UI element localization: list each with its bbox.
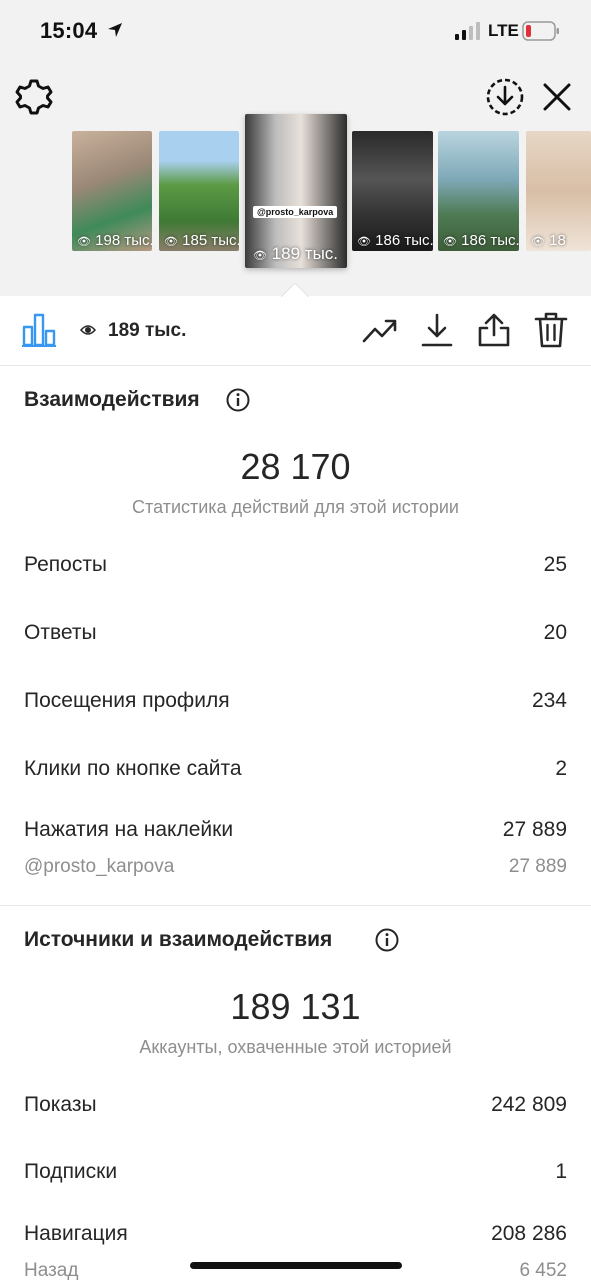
story-thumbnail[interactable]: 👁 198 тыс. xyxy=(72,131,152,251)
story-views-value: 185 тыс. xyxy=(182,232,239,249)
stat-label-replies: Ответы xyxy=(24,621,97,644)
insights-toolbar: 189 тыс. xyxy=(0,296,591,366)
info-icon[interactable] xyxy=(375,928,399,952)
story-thumbnail[interactable]: 👁 18 xyxy=(526,131,591,251)
sticker-handle-value: 27 889 xyxy=(508,856,567,877)
views-count: 189 тыс. xyxy=(108,320,187,341)
story-header-area: 15:04 LTE 👁 198 тыс. 👁 185 тыс. @prosto_… xyxy=(0,0,591,297)
interactions-title: Взаимодействия xyxy=(24,388,200,411)
info-icon[interactable] xyxy=(226,388,250,412)
stat-value-impressions: 242 809 xyxy=(491,1093,567,1116)
status-bar: 15:04 LTE xyxy=(0,0,591,64)
stat-label-sticker-taps: Нажатия на наклейки xyxy=(24,818,234,841)
story-views-value: 198 тыс. xyxy=(95,232,152,249)
status-time: 15:04 xyxy=(40,18,98,43)
gear-icon[interactable] xyxy=(14,77,54,117)
sticker-handle-label: @prosto_karpova xyxy=(24,856,175,877)
reach-caption: Аккаунты, охваченные этой историей xyxy=(139,1037,452,1057)
trash-icon[interactable] xyxy=(532,311,570,349)
signal-icon xyxy=(455,22,480,40)
stat-value-sticker-taps: 27 889 xyxy=(502,818,567,841)
interactions-caption: Статистика действий для этой истории xyxy=(132,497,459,517)
reach-total: 189 131 xyxy=(230,986,361,1027)
story-views: 👁 189 тыс. xyxy=(253,244,338,264)
share-icon[interactable] xyxy=(475,311,513,349)
eye-icon xyxy=(80,325,96,335)
network-type: LTE xyxy=(488,21,519,40)
eye-icon: 👁 xyxy=(77,236,91,248)
section-divider xyxy=(0,905,591,906)
eye-icon: 👁 xyxy=(531,236,545,248)
bar-chart-icon[interactable] xyxy=(22,313,56,347)
story-views-value: 189 тыс. xyxy=(271,244,339,263)
selection-pointer xyxy=(281,283,309,297)
stat-label-navigation: Навигация xyxy=(24,1222,128,1245)
story-views-value: 186 тыс. xyxy=(375,232,433,249)
story-views-value: 18 xyxy=(549,232,566,249)
battery-icon xyxy=(522,21,559,41)
home-indicator[interactable] xyxy=(190,1262,402,1269)
story-thumbnail[interactable]: 👁 185 тыс. xyxy=(159,131,239,251)
download-icon[interactable] xyxy=(418,311,456,349)
trend-icon[interactable] xyxy=(361,311,399,349)
story-views: 👁 186 тыс. xyxy=(357,232,433,249)
story-thumbnail-selected[interactable]: @prosto_karpova 👁 189 тыс. xyxy=(245,114,347,268)
stat-label-back: Назад xyxy=(24,1260,79,1280)
close-icon[interactable] xyxy=(538,78,576,116)
stat-value-replies: 20 xyxy=(543,621,567,644)
story-thumbnail[interactable]: 👁 186 тыс. xyxy=(438,131,519,251)
stat-label-follows: Подписки xyxy=(24,1160,118,1183)
eye-icon: 👁 xyxy=(164,236,178,248)
story-views: 👁 198 тыс. xyxy=(77,232,152,249)
discovery-title: Источники и взаимодействия xyxy=(24,928,333,951)
stat-label-website-clicks: Клики по кнопке сайта xyxy=(24,757,242,780)
interactions-total: 28 170 xyxy=(240,446,351,487)
story-mention-sticker: @prosto_karpova xyxy=(253,206,338,218)
stat-label-impressions: Показы xyxy=(24,1093,97,1116)
stat-value-reposts: 25 xyxy=(543,553,567,576)
stat-value-navigation: 208 286 xyxy=(491,1222,567,1245)
story-views: 👁 185 тыс. xyxy=(164,232,239,249)
location-arrow-icon xyxy=(108,23,122,37)
eye-icon: 👁 xyxy=(443,236,457,248)
download-circle-icon[interactable] xyxy=(484,76,526,118)
stat-value-back: 6 452 xyxy=(519,1260,567,1280)
story-views-value: 186 тыс. xyxy=(461,232,519,249)
stat-label-reposts: Репосты xyxy=(24,553,108,576)
stat-label-profile-visits: Посещения профиля xyxy=(24,689,230,712)
stat-value-profile-visits: 234 xyxy=(531,689,567,712)
stat-value-follows: 1 xyxy=(555,1160,567,1183)
story-thumbnail[interactable]: 👁 186 тыс. xyxy=(352,131,433,251)
eye-icon: 👁 xyxy=(253,250,267,262)
stat-value-website-clicks: 2 xyxy=(555,757,567,780)
eye-icon: 👁 xyxy=(357,236,371,248)
story-views: 👁 186 тыс. xyxy=(443,232,519,249)
story-views: 👁 18 xyxy=(531,232,566,249)
